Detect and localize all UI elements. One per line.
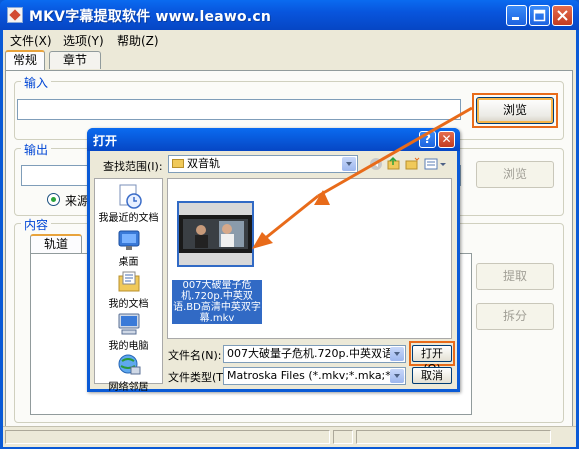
dialog-title-bar[interactable]: 打开 ? ✕ [87,128,460,151]
minimize-icon [512,17,519,20]
filename-field[interactable]: 007大破量子危机.720p.中英双语.BD高清中 [223,345,406,363]
app-icon [7,7,23,23]
place-label: 我的文档 [108,299,149,310]
place-label: 我的电脑 [108,341,149,352]
dialog-toolbar [370,156,446,170]
dialog-body: 查找范围(I): 双音轨 我最近的文档 桌面 我的文档 我的电脑 网络邻居 00… [90,151,457,393]
lookin-combo[interactable]: 双音轨 [168,155,358,173]
menu-options[interactable]: 选项(Y) [63,32,104,49]
source-radio[interactable] [47,193,60,206]
window-title: MKV字幕提取软件 www.leawo.cn [29,9,271,25]
close-icon [557,10,568,21]
source-radio-label: 来源 [65,194,90,208]
extract-button[interactable]: 提取 [476,263,554,290]
menu-bar: 文件(X) 选项(Y) 帮助(Z) [3,30,576,49]
minimize-button[interactable] [506,5,527,26]
maximize-button[interactable] [529,5,550,26]
open-dialog: 打开 ? ✕ 查找范围(I): 双音轨 我最近的文档 桌面 我的文档 我的电脑 … [87,128,460,393]
place-recent[interactable]: 我最近的文档 [95,183,162,224]
status-pane-3 [356,430,551,444]
folder-icon [172,159,184,168]
status-pane-1 [5,430,330,444]
desktop-icon [116,227,142,253]
place-my-computer[interactable]: 我的电脑 [95,311,162,352]
status-pane-2 [333,430,353,444]
menu-file[interactable]: 文件(X) [10,32,52,49]
open-button[interactable]: 打开(O) [412,345,452,375]
place-label: 我最近的文档 [98,213,159,224]
place-my-documents[interactable]: 我的文档 [95,269,162,310]
filename-value: 007大破量子危机.720p.中英双语.BD高清中 [227,347,405,360]
help-icon[interactable]: ? [419,131,436,148]
chevron-down-icon[interactable] [390,347,404,361]
tab-chapters[interactable]: 章节 [49,51,101,69]
split-button[interactable]: 拆分 [476,303,554,330]
main-tabs: 常规 章节 [5,50,574,71]
tab-tracks[interactable]: 轨道 [30,234,82,254]
input-browse-button[interactable]: 浏览 [476,97,554,124]
new-folder-icon [405,160,418,170]
my-documents-icon [116,269,142,295]
network-places-icon [116,352,142,378]
view-menu-icon [424,158,438,170]
maximize-icon [533,9,546,22]
filetype-label: 文件类型(T): [168,371,232,384]
file-thumbnail[interactable] [177,201,254,267]
places-bar: 我最近的文档 桌面 我的文档 我的电脑 网络邻居 [94,178,163,393]
content-group-label: 内容 [21,216,52,233]
dialog-title: 打开 [93,134,118,148]
file-name-label[interactable]: 007大破量子危机.720p.中英双语.BD高清中英双字幕.mkv [172,280,262,324]
dialog-close-icon[interactable]: ✕ [438,131,455,148]
output-group-label: 输出 [21,141,52,158]
cancel-button[interactable]: 取消 [412,367,452,384]
video-thumbnail-image [179,203,252,265]
my-computer-icon [116,311,142,337]
place-network[interactable]: 网络邻居 [95,352,162,393]
tab-general[interactable]: 常规 [5,50,45,70]
chevron-down-icon[interactable] [342,157,356,171]
title-bar[interactable]: MKV字幕提取软件 www.leawo.cn [0,0,579,30]
lookin-value: 双音轨 [187,157,220,170]
close-button[interactable] [552,5,573,26]
output-browse-button[interactable]: 浏览 [476,161,554,188]
recent-documents-icon [116,183,142,209]
place-label: 桌面 [118,257,139,268]
status-bar [3,426,576,447]
filetype-combo[interactable]: Matroska Files (*.mkv;*.mka;*.mks) [223,367,406,385]
place-label: 网络邻居 [108,382,149,393]
filename-label: 文件名(N): [168,349,222,362]
filetype-value: Matroska Files (*.mkv;*.mka;*.mks) [227,369,406,382]
input-path-field[interactable] [17,99,461,120]
menu-help[interactable]: 帮助(Z) [117,32,159,49]
chevron-down-icon[interactable] [390,369,404,383]
lookin-label: 查找范围(I): [103,160,163,173]
file-list[interactable]: 007大破量子危机.720p.中英双语.BD高清中英双字幕.mkv [167,178,452,339]
main-window: MKV字幕提取软件 www.leawo.cn 文件(X) 选项(Y) 帮助(Z)… [0,0,579,449]
place-desktop[interactable]: 桌面 [95,227,162,268]
input-group-label: 输入 [21,74,52,91]
